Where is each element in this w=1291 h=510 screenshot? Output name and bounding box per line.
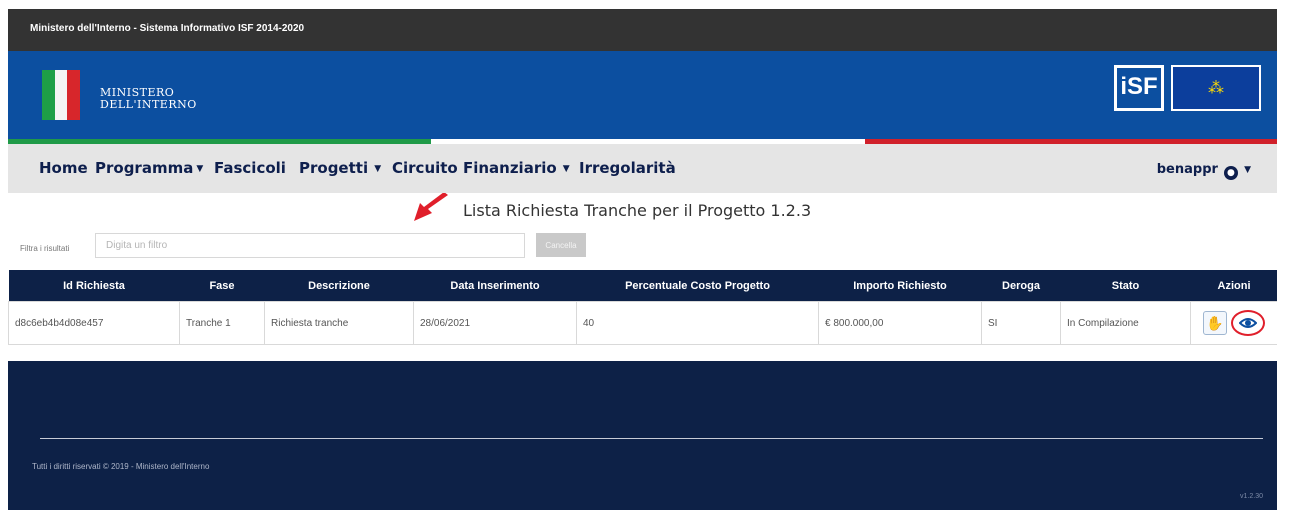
user-icon: ● (1223, 166, 1238, 180)
col-importo-richiesto[interactable]: Importo Richiesto (818, 270, 982, 302)
filter-label: Filtra i risultati (20, 244, 70, 253)
hand-icon[interactable]: ✋ (1203, 311, 1227, 335)
nav-fascicoli[interactable]: Fascicoli (214, 159, 286, 177)
col-data-inserimento[interactable]: Data Inserimento (413, 270, 577, 302)
isf-logo-icon: iSF (1114, 65, 1164, 111)
ministry-line-2: DELL'INTERNO (100, 98, 197, 111)
app-frame: Ministero dell'Interno - Sistema Informa… (8, 9, 1277, 510)
clear-filter-button[interactable]: Cancella (536, 233, 586, 257)
cell-azioni: ✋ (1190, 301, 1277, 345)
site-title: Ministero dell'Interno - Sistema Informa… (30, 23, 305, 34)
ministry-logo-text[interactable]: MINISTERO DELL'INTERNO (100, 87, 197, 111)
nav-circuito-label: Circuito Finanziario (392, 159, 557, 177)
chevron-down-icon: ▼ (371, 163, 382, 174)
col-fase[interactable]: Fase (179, 270, 265, 302)
table-row: d8c6eb4b4d08e457 Tranche 1 Richiesta tra… (8, 301, 1277, 345)
col-descrizione[interactable]: Descrizione (264, 270, 414, 302)
nav-programma-label: Programma (95, 159, 194, 177)
eu-flag-icon: ⁂ (1171, 65, 1261, 111)
chevron-down-icon: ▼ (196, 163, 204, 174)
username: benappr (1156, 162, 1218, 177)
filter-input[interactable] (95, 233, 525, 258)
footer-divider (40, 438, 1263, 439)
col-percentuale-costo[interactable]: Percentuale Costo Progetto (576, 270, 819, 302)
cell-fase: Tranche 1 (179, 301, 265, 345)
page-title: Lista Richiesta Tranche per il Progetto … (463, 201, 812, 220)
col-id-richiesta[interactable]: Id Richiesta (8, 270, 180, 302)
cell-importo: € 800.000,00 (818, 301, 982, 345)
chevron-down-icon: ▼ (1240, 164, 1251, 175)
nav-progetti-label: Progetti (299, 159, 369, 177)
nav-progetti[interactable]: Progetti ▼ (299, 159, 381, 177)
cell-id-richiesta: d8c6eb4b4d08e457 (8, 301, 180, 345)
col-deroga[interactable]: Deroga (981, 270, 1061, 302)
nav-home[interactable]: Home (39, 159, 88, 177)
nav-programma[interactable]: Programma ▼ (95, 159, 203, 177)
tranche-table: Id Richiesta Fase Descrizione Data Inser… (8, 270, 1277, 345)
app-version: v1.2.30 (1240, 493, 1263, 500)
cell-stato: In Compilazione (1060, 301, 1191, 345)
user-menu[interactable]: benappr ● ▼ (1157, 162, 1251, 180)
eye-icon[interactable] (1231, 310, 1265, 336)
col-azioni: Azioni (1190, 270, 1277, 302)
cell-deroga: SI (981, 301, 1061, 345)
col-stato[interactable]: Stato (1060, 270, 1191, 302)
red-arrow-annotation-icon (414, 193, 448, 221)
cell-percentuale: 40 (576, 301, 819, 345)
main-navbar: Home Programma ▼ Fascicoli Progetti ▼ Cir… (8, 144, 1277, 193)
cell-descrizione: Richiesta tranche (264, 301, 414, 345)
nav-circuito-finanziario[interactable]: Circuito Finanziario ▼ (392, 159, 570, 177)
footer-copyright: Tutti i diritti riservati © 2019 - Minis… (32, 462, 210, 471)
footer: Tutti i diritti riservati © 2019 - Minis… (8, 361, 1277, 510)
nav-irregolarita[interactable]: Irregolarità (579, 159, 676, 177)
cell-data-inserimento: 28/06/2021 (413, 301, 577, 345)
chevron-down-icon: ▼ (559, 163, 570, 174)
italian-flag-icon (42, 70, 80, 120)
top-bar: Ministero dell'Interno - Sistema Informa… (8, 9, 1277, 51)
table-header-row: Id Richiesta Fase Descrizione Data Inser… (8, 270, 1277, 302)
header-banner: MINISTERO DELL'INTERNO iSF ⁂ (8, 51, 1277, 139)
